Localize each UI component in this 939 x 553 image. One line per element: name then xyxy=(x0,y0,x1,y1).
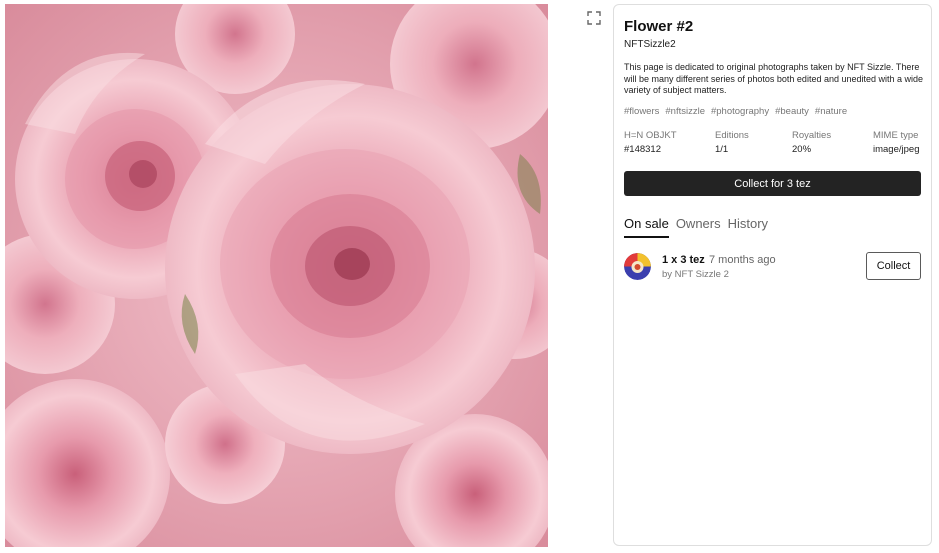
tag-photography[interactable]: #photography xyxy=(711,106,769,117)
meta-mime: MIME type image/jpeg xyxy=(873,130,919,155)
meta-mime-label: MIME type xyxy=(873,130,919,141)
artwork-image xyxy=(5,4,548,547)
token-title: Flower #2 xyxy=(624,18,694,35)
token-info-panel: Flower #2 NFTSizzle2 This page is dedica… xyxy=(613,4,932,546)
meta-royalties-label: Royalties xyxy=(792,130,832,141)
listing-seller[interactable]: by NFT Sizzle 2 xyxy=(662,269,729,280)
tag-list: #flowers #nftsizzle #photography #beauty #na… xyxy=(624,106,853,117)
roses-photo xyxy=(5,4,548,547)
meta-objkt: H=N OBJKT #148312 xyxy=(624,130,677,155)
meta-objkt-value: #148312 xyxy=(624,144,661,155)
meta-objkt-label: H=N OBJKT xyxy=(624,130,677,141)
token-description: This page is dedicated to original photo… xyxy=(624,62,924,95)
tab-bar: On sale Owners History xyxy=(624,216,775,238)
collect-button[interactable]: Collect for 3 tez xyxy=(624,171,921,196)
meta-royalties-value: 20% xyxy=(792,144,812,155)
meta-mime-value: image/jpeg xyxy=(873,144,920,155)
tag-nature[interactable]: #nature xyxy=(815,106,847,117)
meta-editions-label: Editions xyxy=(715,130,749,141)
tag-flowers[interactable]: #flowers xyxy=(624,106,659,117)
tag-beauty[interactable]: #beauty xyxy=(775,106,809,117)
avatar[interactable] xyxy=(624,253,651,280)
tab-history[interactable]: History xyxy=(728,216,768,236)
tab-on-sale[interactable]: On sale xyxy=(624,216,669,238)
listing-time: 7 months ago xyxy=(709,254,776,266)
listing-row: 1 x 3 tez 7 months ago by NFT Sizzle 2 C… xyxy=(624,252,921,286)
tab-owners[interactable]: Owners xyxy=(676,216,721,236)
creator-link[interactable]: NFTSizzle2 xyxy=(624,39,676,50)
tag-nftsizzle[interactable]: #nftsizzle xyxy=(665,106,705,117)
meta-editions: Editions 1/1 xyxy=(715,130,749,155)
listing-collect-button[interactable]: Collect xyxy=(866,252,921,280)
expand-icon[interactable] xyxy=(587,11,601,25)
listing-price: 1 x 3 tez xyxy=(662,254,705,266)
meta-royalties: Royalties 20% xyxy=(792,130,831,155)
meta-editions-value: 1/1 xyxy=(715,144,729,155)
